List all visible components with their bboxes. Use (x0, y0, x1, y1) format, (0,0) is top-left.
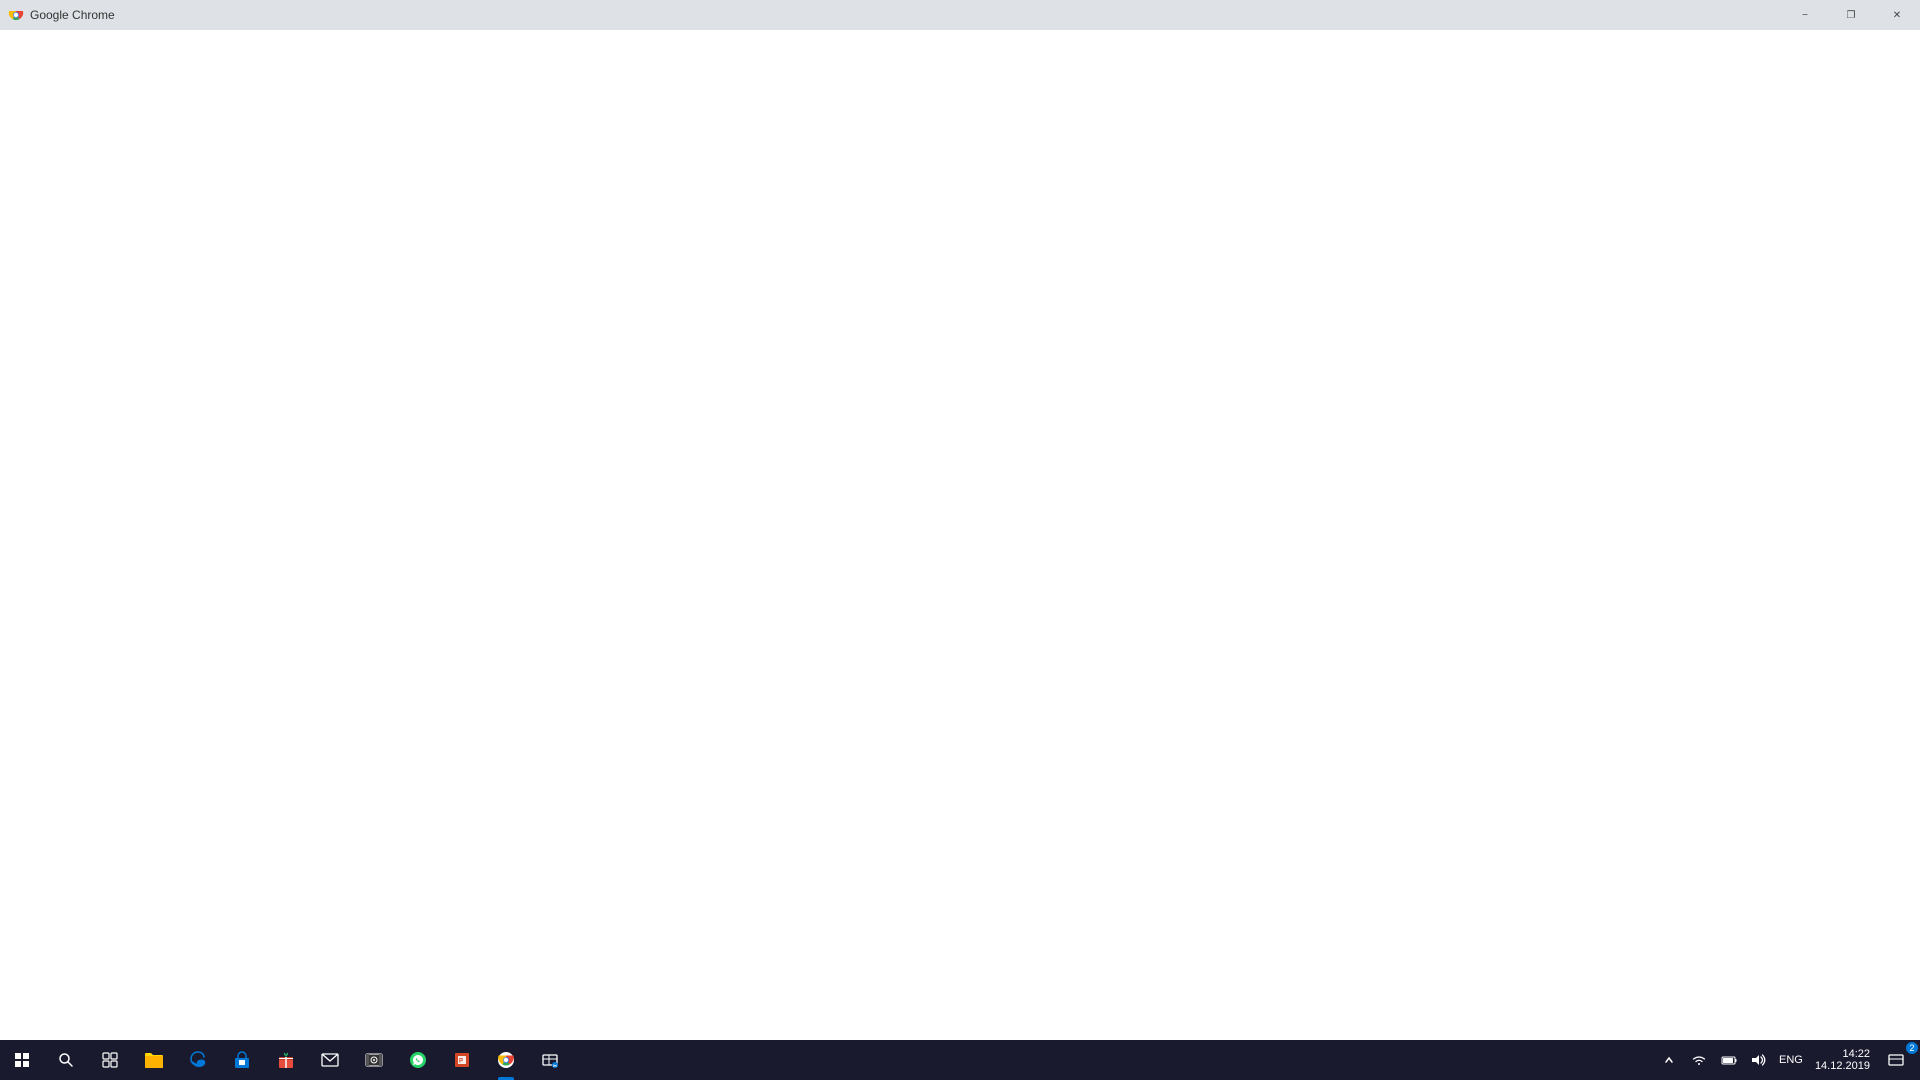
taskbar-clock[interactable]: 14:22 14.12.2019 (1809, 1040, 1876, 1080)
taskbar-powerpoint-button[interactable]: P (440, 1040, 484, 1080)
mail-icon (321, 1053, 339, 1067)
close-button[interactable]: ✕ (1874, 0, 1920, 30)
taskbar-mail-button[interactable] (308, 1040, 352, 1080)
store-icon (233, 1051, 251, 1069)
app-title: Google Chrome (30, 8, 115, 22)
folder-icon (144, 1051, 164, 1069)
taskbar-snip-button[interactable]: ✂ (528, 1040, 572, 1080)
taskbar-store-button[interactable] (220, 1040, 264, 1080)
taskbar-left: P ✂ (0, 1040, 572, 1080)
title-bar: Google Chrome − ❐ ✕ (0, 0, 1920, 30)
chrome-logo-icon (8, 7, 24, 23)
notification-badge: 2 (1906, 1042, 1918, 1054)
notification-icon (1888, 1052, 1904, 1068)
media-icon (365, 1051, 383, 1069)
battery-icon-button[interactable] (1715, 1042, 1743, 1078)
taskbar: P ✂ (0, 1040, 1920, 1080)
chrome-taskbar-icon (497, 1051, 515, 1069)
browser-content (0, 30, 1920, 1040)
restore-button[interactable]: ❐ (1828, 0, 1874, 30)
svg-text:P: P (459, 1059, 463, 1065)
network-icon-button[interactable] (1685, 1042, 1713, 1078)
gift-icon (277, 1051, 295, 1069)
task-view-icon (102, 1052, 118, 1068)
clock-time: 14:22 (1842, 1048, 1870, 1060)
powerpoint-icon: P (453, 1051, 471, 1069)
taskbar-task-view-button[interactable] (88, 1040, 132, 1080)
taskbar-whatsapp-button[interactable] (396, 1040, 440, 1080)
volume-icon-button[interactable] (1745, 1042, 1773, 1078)
taskbar-search-button[interactable] (44, 1040, 88, 1080)
minimize-button[interactable]: − (1782, 0, 1828, 30)
volume-icon (1751, 1053, 1767, 1067)
window-controls: − ❐ ✕ (1782, 0, 1920, 30)
clock-date: 14.12.2019 (1815, 1060, 1870, 1072)
show-hidden-icons-button[interactable] (1655, 1042, 1683, 1078)
wifi-icon (1691, 1054, 1707, 1066)
taskbar-right: ENG 14:22 14.12.2019 2 (1655, 1040, 1920, 1080)
notification-button[interactable]: 2 (1880, 1040, 1912, 1080)
taskbar-media-button[interactable] (352, 1040, 396, 1080)
snip-icon: ✂ (541, 1051, 559, 1069)
windows-icon (15, 1053, 29, 1067)
battery-icon (1721, 1055, 1737, 1065)
start-button[interactable] (0, 1040, 44, 1080)
search-icon (58, 1052, 74, 1068)
title-bar-left: Google Chrome (0, 7, 115, 23)
chevron-up-icon (1664, 1055, 1674, 1065)
taskbar-gift-button[interactable] (264, 1040, 308, 1080)
taskbar-file-explorer-button[interactable] (132, 1040, 176, 1080)
taskbar-edge-button[interactable] (176, 1040, 220, 1080)
system-tray (1655, 1042, 1773, 1078)
language-button[interactable]: ENG (1777, 1042, 1805, 1078)
taskbar-chrome-button[interactable] (484, 1040, 528, 1080)
edge-icon (189, 1051, 207, 1069)
whatsapp-icon (409, 1051, 427, 1069)
